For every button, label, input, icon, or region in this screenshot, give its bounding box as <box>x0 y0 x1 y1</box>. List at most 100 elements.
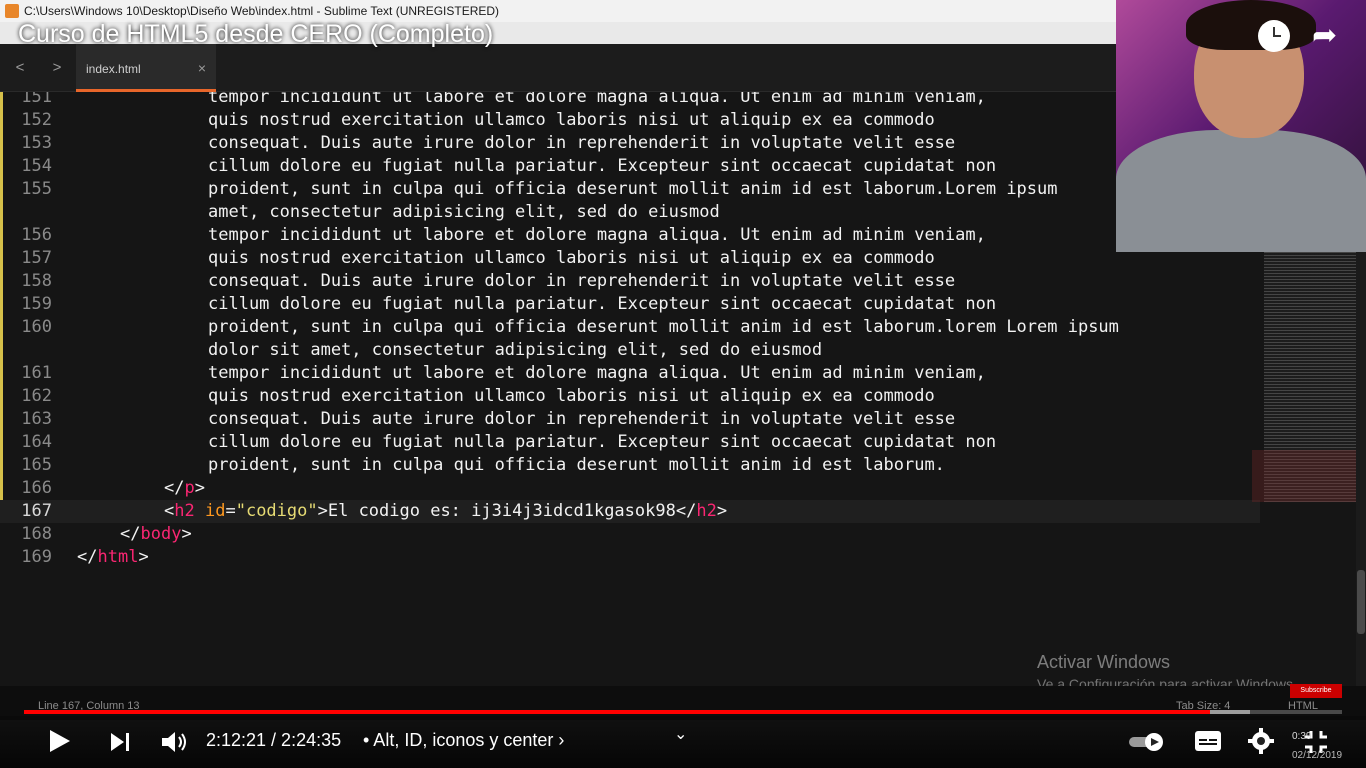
code-text: amet, consectetur adipisicing elit, sed … <box>208 202 720 222</box>
code-text: cillum dolore eu fugiat nulla pariatur. … <box>208 156 997 176</box>
activation-watermark-title: Activar Windows <box>1037 652 1171 672</box>
next-icon[interactable] <box>108 730 132 754</box>
code-text: consequat. Duis aute irure dolor in repr… <box>208 271 956 291</box>
line-number: 168 <box>21 524 52 544</box>
code-text: </p> <box>164 477 205 500</box>
code-line: 168 </body> <box>0 523 1260 546</box>
heading-text: El codigo es: ij3i4j3idcd1kgasok98 <box>327 501 676 521</box>
tag-bracket: > <box>317 501 328 521</box>
scrollbar-thumb[interactable] <box>1357 570 1365 634</box>
code-line: 165 proident, sunt in culpa qui officia d… <box>0 454 1260 477</box>
watch-later-icon[interactable] <box>1258 20 1290 52</box>
code-text: tempor incididunt ut labore et dolore ma… <box>208 225 986 245</box>
progress-played <box>24 710 1211 714</box>
tag-bracket: < <box>164 501 175 521</box>
code-line: 159 cillum dolore eu fugiat nulla pariatu… <box>0 293 1260 316</box>
progress-buffered <box>1210 710 1250 714</box>
code-line: 164 cillum dolore eu fugiat nulla pariatu… <box>0 431 1260 454</box>
taskbar-date: 02/12/2019 <box>1292 750 1343 761</box>
line-number: 160 <box>21 317 52 337</box>
tag-name: p <box>184 478 195 498</box>
line-number: 165 <box>21 455 52 475</box>
code-text: <h2 id="codigo">El codigo es: ij3i4j3idc… <box>164 500 727 523</box>
line-number: 156 <box>21 225 52 245</box>
tab-label: index.html <box>86 62 141 76</box>
code-line: 157 quis nostrud exercitation ullamco lab… <box>0 247 1260 270</box>
play-icon[interactable] <box>46 728 72 754</box>
code-line: 156 tempor incididunt ut labore et dolore… <box>0 224 1260 247</box>
tag-name: html <box>97 547 139 567</box>
code-line: 158 consequat. Duis aute irure dolor in r… <box>0 270 1260 293</box>
code-line: 155 proident, sunt in culpa qui officia d… <box>0 178 1260 201</box>
code-line: 163 consequat. Duis aute irure dolor in r… <box>0 408 1260 431</box>
line-number: 153 <box>21 133 52 153</box>
code-line-current: 167 <h2 id="codigo">El codigo es: ij3i4j… <box>0 500 1260 523</box>
window-title: C:\Users\Windows 10\Desktop\Diseño Web\i… <box>24 4 500 18</box>
presenter-hair <box>1186 0 1316 50</box>
status-bar: Line 167, Column 13 Tab Size: 4 HTML <box>0 686 1366 720</box>
code-text: quis nostrud exercitation ullamco labori… <box>208 110 935 130</box>
code-text: cillum dolore eu fugiat nulla pariatur. … <box>208 432 997 452</box>
code-text: quis nostrud exercitation ullamco labori… <box>208 248 935 268</box>
back-button[interactable]: < <box>6 54 34 82</box>
taskbar-clock: 0:39 <box>1292 731 1312 742</box>
code-text: tempor incididunt ut labore et dolore ma… <box>208 363 986 383</box>
sublime-app-icon <box>5 4 19 18</box>
code-text: </body> <box>120 523 192 546</box>
code-line: 160 proident, sunt in culpa qui officia d… <box>0 316 1260 339</box>
line-number: 151 <box>21 92 52 107</box>
line-number: 157 <box>21 248 52 268</box>
code-line: amet, consectetur adipisicing elit, sed … <box>0 201 1260 224</box>
tag-bracket: </ <box>675 501 697 521</box>
code-line: 151 tempor incididunt ut labore et dolore… <box>0 92 1260 109</box>
line-number: 167 <box>21 501 52 521</box>
tag-bracket: > <box>194 478 205 498</box>
presenter-shirt <box>1116 130 1366 252</box>
tab-index-html[interactable]: index.html × <box>76 44 216 92</box>
line-number: 166 <box>21 478 52 498</box>
tag-bracket: </ <box>77 547 98 567</box>
line-number: 163 <box>21 409 52 429</box>
share-icon[interactable]: ➦ <box>1312 20 1337 52</box>
volume-icon[interactable] <box>160 729 188 755</box>
tag-bracket: </ <box>164 478 185 498</box>
progress-bar[interactable] <box>24 710 1342 714</box>
attribute-value: "codigo" <box>235 501 318 521</box>
subtitles-icon[interactable] <box>1194 730 1222 752</box>
video-title[interactable]: Curso de HTML5 desde CERO (Completo) <box>18 20 493 49</box>
tag-name: body <box>140 524 182 544</box>
line-number: 152 <box>21 110 52 130</box>
tag-bracket: > <box>716 501 728 521</box>
chapter-title[interactable]: • Alt, ID, iconos y center › <box>363 730 564 751</box>
code-text: dolor sit amet, consectetur adipisicing … <box>208 340 823 360</box>
code-text: </html> <box>77 546 149 569</box>
code-line: 162 quis nostrud exercitation ullamco lab… <box>0 385 1260 408</box>
code-text: quis nostrud exercitation ullamco labori… <box>208 386 935 406</box>
code-line: dolor sit amet, consectetur adipisicing … <box>0 339 1260 362</box>
settings-gear-icon[interactable] <box>1248 728 1274 754</box>
code-text: tempor incididunt ut labore et dolore ma… <box>208 92 986 107</box>
line-number: 158 <box>21 271 52 291</box>
tab-close-icon[interactable]: × <box>198 60 206 76</box>
subscribe-watermark[interactable]: Subscribe <box>1290 684 1342 698</box>
code-text: consequat. Duis aute irure dolor in repr… <box>208 409 956 429</box>
forward-button[interactable]: > <box>43 54 71 82</box>
code-text: proident, sunt in culpa qui officia dese… <box>208 179 1058 199</box>
tag-bracket: > <box>138 547 149 567</box>
code-line: 153 consequat. Duis aute irure dolor in r… <box>0 132 1260 155</box>
line-number: 161 <box>21 363 52 383</box>
chevron-down-icon[interactable]: ⌄ <box>674 724 687 744</box>
code-line: 166 </p> <box>0 477 1260 500</box>
code-text: proident, sunt in culpa qui officia dese… <box>208 455 945 475</box>
attribute-name: id <box>204 501 226 521</box>
autoplay-toggle-icon[interactable] <box>1128 732 1166 752</box>
minimap-viewport[interactable] <box>1252 450 1356 502</box>
line-number: 159 <box>21 294 52 314</box>
tag-name: h2 <box>174 501 195 521</box>
code-line: 161 tempor incididunt ut labore et dolore… <box>0 362 1260 385</box>
line-number: 155 <box>21 179 52 199</box>
code-line: 152 quis nostrud exercitation ullamco lab… <box>0 109 1260 132</box>
line-number: 164 <box>21 432 52 452</box>
tag-bracket: </ <box>120 524 141 544</box>
time-display: 2:12:21 / 2:24:35 <box>206 730 342 750</box>
